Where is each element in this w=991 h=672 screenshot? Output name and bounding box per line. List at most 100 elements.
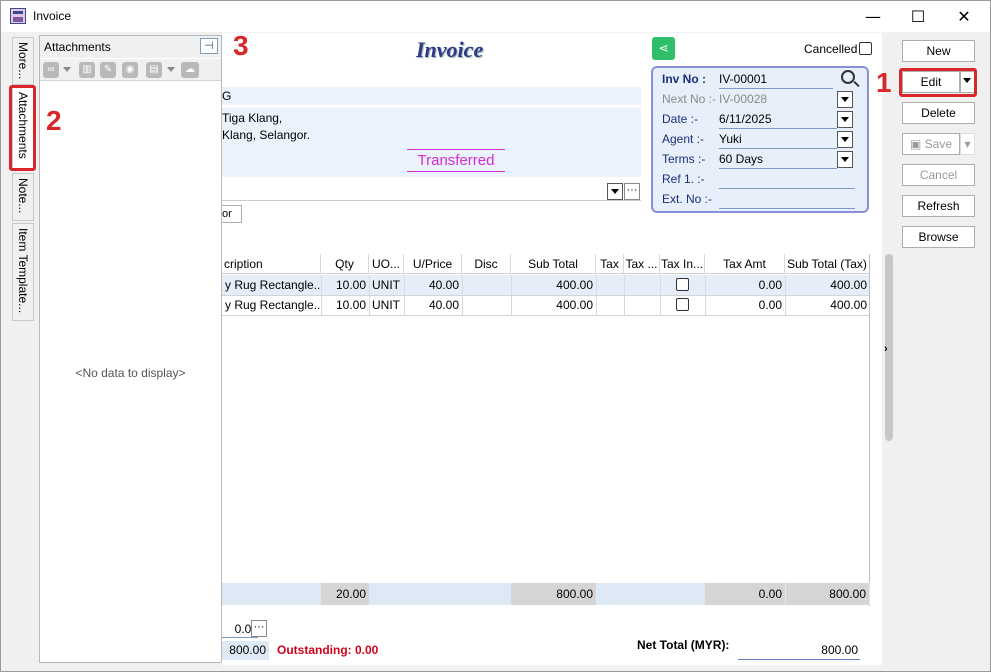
minimize-button[interactable]: — [850, 1, 896, 32]
deposit-more-button[interactable]: ··· [251, 620, 267, 637]
ext-no-label: Ext. No :- [662, 192, 713, 206]
column-divider [785, 275, 786, 315]
floppy-icon: ▣ [909, 137, 925, 151]
tab-more[interactable]: More... [12, 37, 34, 85]
cell-sub-total-tax[interactable]: 400.00 [785, 275, 870, 295]
date-dropdown-icon[interactable] [837, 111, 853, 128]
customer-name-field[interactable]: G [222, 87, 641, 105]
date-value[interactable]: 6/11/2025 [719, 112, 772, 126]
cell-unit-price[interactable]: 40.00 [404, 275, 462, 295]
document-info-box: Inv No : IV-00001 Next No :- IV-00028 Da… [651, 66, 869, 213]
paid-total: 800.00 [222, 641, 269, 660]
cell-disc[interactable] [462, 275, 511, 295]
cell-unit-price[interactable]: 40.00 [404, 295, 462, 315]
edit-icon[interactable]: ✎ [100, 62, 116, 78]
column-divider [369, 275, 370, 315]
total-tax-amt: 0.00 [705, 583, 785, 605]
next-no-label: Next No :- [662, 92, 717, 106]
or-button[interactable]: or [222, 205, 242, 223]
share-icon[interactable]: ⋖ [652, 37, 675, 60]
column-header-uom[interactable]: UO... [369, 254, 404, 274]
net-total-value: 800.00 [738, 641, 860, 660]
new-button[interactable]: New [902, 40, 975, 62]
column-divider [596, 275, 597, 315]
save-icon[interactable]: ▤ [146, 62, 162, 78]
pin-icon[interactable]: ⊣ [200, 38, 218, 54]
column-header-disc[interactable]: Disc [462, 254, 511, 274]
link-icon[interactable]: ∞ [43, 62, 59, 78]
outstanding-amount: Outstanding: 0.00 [277, 643, 379, 657]
terms-value[interactable]: 60 Days [719, 152, 763, 166]
column-header-sub-total[interactable]: Sub Total [511, 254, 596, 274]
cell-description[interactable]: y Rug Rectangle... [222, 295, 321, 315]
annotation-1: 1 [876, 67, 892, 98]
tax-inclusive-checkbox[interactable] [676, 278, 689, 291]
annotation-2: 2 [46, 105, 62, 136]
inv-no-label: Inv No : [662, 72, 706, 86]
invoice-window: Invoice — ☐ ✕ More... Attachments Note..… [0, 0, 991, 672]
side-tabs: More... Attachments Note... Item Templat… [10, 33, 36, 323]
search-icon[interactable] [841, 70, 855, 84]
column-divider [462, 275, 463, 315]
browse-button[interactable]: Browse [902, 226, 975, 248]
chevron-right-icon[interactable]: › [884, 343, 888, 355]
column-divider [404, 275, 405, 315]
save-dropdown-icon[interactable] [167, 67, 175, 72]
column-header-description[interactable]: cription [222, 254, 321, 274]
window-title: Invoice [33, 9, 72, 23]
underline [719, 148, 837, 149]
maximize-button[interactable]: ☐ [895, 1, 941, 32]
agent-dropdown-icon[interactable] [837, 131, 853, 148]
column-header-tax-inclusive[interactable]: Tax In... [660, 254, 705, 274]
column-header-tax-amt[interactable]: Tax Amt [705, 254, 785, 274]
column-header-sub-total-tax[interactable]: Sub Total (Tax) [785, 254, 870, 274]
cell-tax[interactable] [596, 275, 624, 295]
cell-disc[interactable] [462, 295, 511, 315]
cell-uom[interactable]: UNIT [369, 275, 404, 295]
date-label: Date :- [662, 112, 699, 126]
close-button[interactable]: ✕ [941, 1, 987, 32]
column-header-tax[interactable]: Tax [596, 254, 624, 274]
cell-sub-total[interactable]: 400.00 [511, 295, 596, 315]
delete-icon[interactable]: ▥ [79, 62, 95, 78]
address-combo[interactable] [222, 181, 641, 201]
agent-label: Agent :- [662, 132, 705, 146]
delete-button[interactable]: Delete [902, 102, 975, 124]
tab-note[interactable]: Note... [12, 173, 34, 221]
attachments-title: Attachments [44, 40, 111, 54]
refresh-button[interactable]: Refresh [902, 195, 975, 217]
cell-qty[interactable]: 10.00 [321, 295, 369, 315]
next-no-value: IV-00028 [719, 92, 768, 106]
cell-tax-amt[interactable]: 0.00 [705, 275, 785, 295]
cell-sub-total-tax[interactable]: 400.00 [785, 295, 870, 315]
chevron-down-icon[interactable] [607, 183, 623, 200]
agent-value[interactable]: Yuki [719, 132, 742, 146]
cell-uom[interactable]: UNIT [369, 295, 404, 315]
cloud-upload-icon[interactable]: ☁ [181, 62, 199, 78]
more-options-button[interactable]: ··· [624, 183, 640, 200]
cell-description[interactable]: y Rug Rectangle... [222, 275, 321, 295]
title-bar: Invoice — ☐ ✕ [1, 1, 990, 32]
cell-tax-code[interactable] [624, 295, 660, 315]
inv-no-value[interactable]: IV-00001 [719, 72, 767, 86]
cell-sub-total[interactable]: 400.00 [511, 275, 596, 295]
column-header-tax-code[interactable]: Tax ... [624, 254, 660, 274]
annotation-3: 3 [233, 30, 249, 61]
terms-dropdown-icon[interactable] [837, 151, 853, 168]
cancelled-checkbox[interactable] [859, 42, 872, 55]
empty-message: <No data to display> [75, 366, 186, 380]
tax-inclusive-checkbox[interactable] [676, 298, 689, 311]
next-no-dropdown-icon[interactable] [837, 91, 853, 108]
cancel-button: Cancel [902, 164, 975, 186]
cell-tax-amt[interactable]: 0.00 [705, 295, 785, 315]
cell-tax-code[interactable] [624, 275, 660, 295]
link-dropdown-icon[interactable] [63, 67, 71, 72]
cell-qty[interactable]: 10.00 [321, 275, 369, 295]
tab-item-template[interactable]: Item Template... [12, 223, 34, 321]
net-total-label: Net Total (MYR): [637, 638, 730, 652]
ref1-label: Ref 1. :- [662, 172, 705, 186]
cell-tax[interactable] [596, 295, 624, 315]
view-icon[interactable]: ◉ [122, 62, 138, 78]
column-header-unit-price[interactable]: U/Price [404, 254, 462, 274]
column-header-qty[interactable]: Qty [321, 254, 369, 274]
